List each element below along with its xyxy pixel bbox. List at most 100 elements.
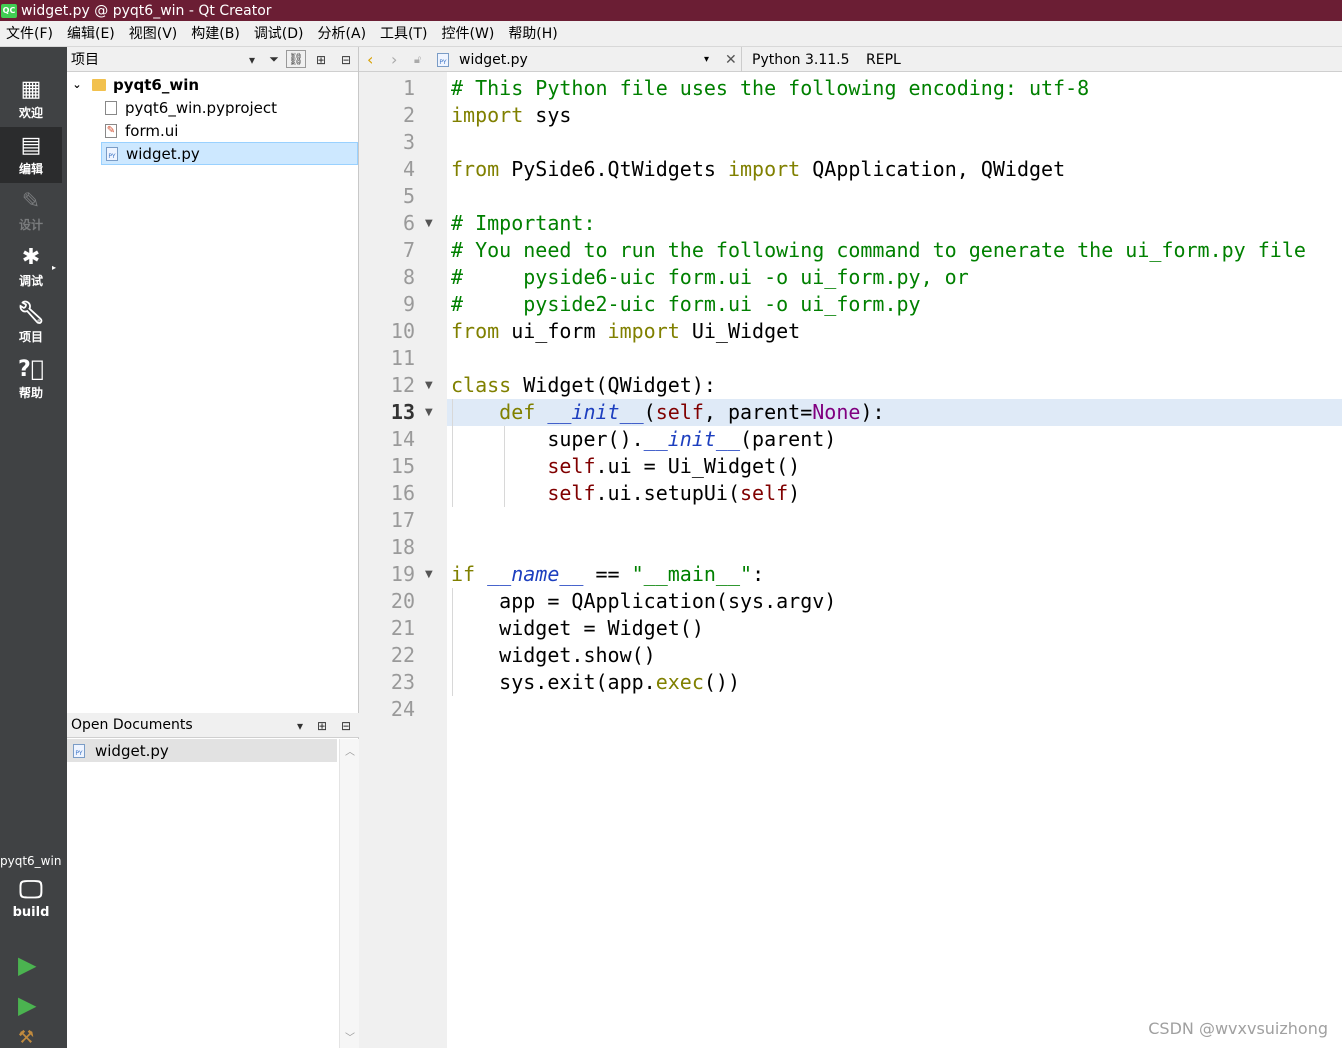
bug-icon: ✱ bbox=[21, 244, 41, 270]
project-tree: ⌄ pyqt6_win pyqt6_win.pyproject ✎ form.u… bbox=[67, 72, 358, 713]
close-panel-icon[interactable]: ⊟ bbox=[335, 47, 357, 72]
python-interpreter-selector[interactable]: Python 3.11.5 bbox=[752, 47, 850, 72]
folder-icon bbox=[91, 77, 107, 93]
scroll-up-icon[interactable]: ︿ bbox=[345, 743, 355, 758]
mode-project[interactable]: 🔧︎ 项目 bbox=[0, 295, 62, 351]
menu-analyze[interactable]: 分析(A) bbox=[312, 21, 375, 47]
editor-file-selector[interactable]: widget.py bbox=[459, 47, 528, 72]
line-number-gutter: 1 2 3 4 5 6 ▼ 7 8 9 10 11 12 ▼ 13 ▼ 14 15 16 17 18 19 ▼ 20 21 22 2… bbox=[359, 72, 447, 1048]
mode-debug[interactable]: ✱ 调试 ▸ bbox=[0, 239, 62, 295]
line-number: 11 bbox=[390, 346, 415, 370]
fold-marker-icon[interactable]: ▼ bbox=[425, 561, 439, 588]
open-document-item[interactable]: PY widget.py bbox=[67, 739, 337, 762]
code-line: from PySide6.QtWidgets import QApplicati… bbox=[451, 157, 1066, 181]
open-documents-scrollbar[interactable]: ︿ ﹀ bbox=[339, 739, 359, 1048]
code-line: # Important: bbox=[451, 211, 596, 235]
file-icon bbox=[103, 100, 119, 116]
menu-debug[interactable]: 调试(D) bbox=[248, 21, 312, 47]
menu-tools[interactable]: 工具(T) bbox=[374, 21, 435, 47]
mode-welcome-label: 欢迎 bbox=[18, 105, 43, 120]
ui-file-icon: ✎ bbox=[105, 123, 117, 138]
line-number: 9 bbox=[402, 292, 415, 316]
scroll-down-icon[interactable]: ﹀ bbox=[345, 1029, 355, 1044]
build-target-selector[interactable]: 🖵︎ build bbox=[0, 875, 62, 935]
open-documents-header: Open Documents ▾ ⊞ ⊟ bbox=[67, 713, 359, 738]
link-icon[interactable]: ⛓ bbox=[286, 50, 306, 68]
line-number: 6 bbox=[402, 211, 415, 235]
line-number: 17 bbox=[390, 508, 415, 532]
tree-item-pyproject[interactable]: pyqt6_win.pyproject bbox=[103, 96, 277, 119]
fold-marker-icon[interactable]: ▼ bbox=[425, 210, 439, 237]
mode-design[interactable]: ✎ 设计 bbox=[0, 183, 62, 239]
indent-guide bbox=[452, 399, 453, 507]
tree-root-pyqt6-win[interactable]: ⌄ pyqt6_win bbox=[69, 73, 199, 96]
close-panel-icon[interactable]: ⊟ bbox=[335, 713, 357, 738]
split-icon[interactable]: ⊞ bbox=[310, 47, 332, 72]
debug-run-icon[interactable]: ▶ bbox=[18, 991, 36, 1019]
mode-edit[interactable]: ▤ 编辑 bbox=[0, 127, 62, 183]
code-line: from ui_form import Ui_Widget bbox=[451, 319, 801, 343]
tree-item-label: widget.py bbox=[126, 144, 200, 163]
line-number: 22 bbox=[390, 643, 415, 667]
line-number: 20 bbox=[390, 589, 415, 613]
panel-dropdown-icon[interactable]: ▾ bbox=[241, 47, 263, 72]
document-icon: ▤ bbox=[20, 132, 42, 158]
line-number: 21 bbox=[390, 616, 415, 640]
run-icon[interactable]: ▶ bbox=[18, 951, 36, 979]
tree-item-widget-py[interactable]: PY widget.py bbox=[101, 142, 358, 165]
code-line: app = QApplication(sys.argv) bbox=[451, 589, 837, 613]
panel-dropdown-icon[interactable]: ▾ bbox=[289, 713, 311, 738]
editor-toolbar: ‹ › 🔓︎ PY widget.py ▾ ✕ Python 3.11.5 RE… bbox=[359, 47, 1342, 72]
lock-icon: 🔓︎ bbox=[414, 52, 422, 66]
menu-help[interactable]: 帮助(H) bbox=[502, 21, 565, 47]
menu-edit[interactable]: 编辑(E) bbox=[61, 21, 123, 47]
mode-design-label: 设计 bbox=[18, 217, 43, 232]
watermark: CSDN @wvxvsuizhong bbox=[1148, 1019, 1328, 1038]
code-editor: ‹ › 🔓︎ PY widget.py ▾ ✕ Python 3.11.5 RE… bbox=[359, 47, 1342, 1048]
project-panel-title: 项目 bbox=[71, 52, 99, 68]
navigate-forward-icon[interactable]: › bbox=[391, 47, 397, 72]
line-number: 2 bbox=[402, 103, 415, 127]
project-panel: 项目 ▾ ⏷ ⛓ ⊞ ⊟ ⌄ pyqt6_win pyqt6_win.pypro… bbox=[67, 47, 359, 1048]
repl-button[interactable]: REPL bbox=[866, 47, 901, 72]
open-documents-panel: Open Documents ▾ ⊞ ⊟ PY widget.py ︿ ﹀ bbox=[67, 713, 359, 1048]
menu-file[interactable]: 文件(F) bbox=[0, 21, 61, 47]
split-icon[interactable]: ⊞ bbox=[311, 713, 333, 738]
tree-item-form-ui[interactable]: ✎ form.ui bbox=[103, 119, 178, 142]
help-icon: ?⃝ bbox=[18, 356, 44, 382]
tree-root-label: pyqt6_win bbox=[113, 75, 200, 94]
hammer-icon[interactable]: ⚒ bbox=[18, 1027, 34, 1048]
line-number: 4 bbox=[402, 157, 415, 181]
code-line: # pyside6-uic form.ui -o ui_form.py, or bbox=[451, 265, 969, 289]
arrow-right-icon: ▸ bbox=[51, 263, 56, 272]
grid-icon: ▦ bbox=[20, 76, 42, 102]
line-number: 16 bbox=[390, 481, 415, 505]
filter-icon[interactable]: ⏷ bbox=[263, 47, 285, 72]
indent-guide bbox=[504, 426, 505, 507]
close-document-icon[interactable]: ✕ bbox=[725, 47, 737, 72]
navigate-back-icon[interactable]: ‹ bbox=[367, 47, 373, 72]
code-line: super().__init__(parent) bbox=[451, 427, 837, 451]
qt-creator-logo-icon: QC bbox=[1, 3, 17, 18]
build-label: build bbox=[12, 905, 50, 920]
mode-debug-label: 调试 bbox=[18, 273, 43, 288]
mode-help[interactable]: ?⃝ 帮助 bbox=[0, 351, 62, 407]
fold-marker-icon[interactable]: ▼ bbox=[425, 399, 439, 426]
code-line: sys.exit(app.exec()) bbox=[451, 670, 740, 694]
mode-welcome[interactable]: ▦ 欢迎 bbox=[0, 71, 62, 127]
fold-marker-icon[interactable]: ▼ bbox=[425, 372, 439, 399]
indent-guide bbox=[452, 588, 453, 696]
kit-selector-label[interactable]: pyqt6_win bbox=[0, 854, 67, 868]
menu-build[interactable]: 构建(B) bbox=[185, 21, 248, 47]
file-dropdown-icon[interactable]: ▾ bbox=[704, 47, 709, 72]
line-number: 12 bbox=[390, 373, 415, 397]
line-number: 15 bbox=[390, 454, 415, 478]
code-line: def __init__(self, parent=None): bbox=[447, 399, 1342, 426]
python-file-icon: PY bbox=[437, 47, 449, 72]
menu-widgets[interactable]: 控件(W) bbox=[436, 21, 503, 47]
menu-view[interactable]: 视图(V) bbox=[123, 21, 186, 47]
chevron-down-icon[interactable]: ⌄ bbox=[69, 77, 85, 93]
code-area[interactable]: # This Python file uses the following en… bbox=[447, 72, 1342, 1048]
open-documents-title: Open Documents bbox=[71, 717, 193, 733]
line-number: 23 bbox=[390, 670, 415, 694]
